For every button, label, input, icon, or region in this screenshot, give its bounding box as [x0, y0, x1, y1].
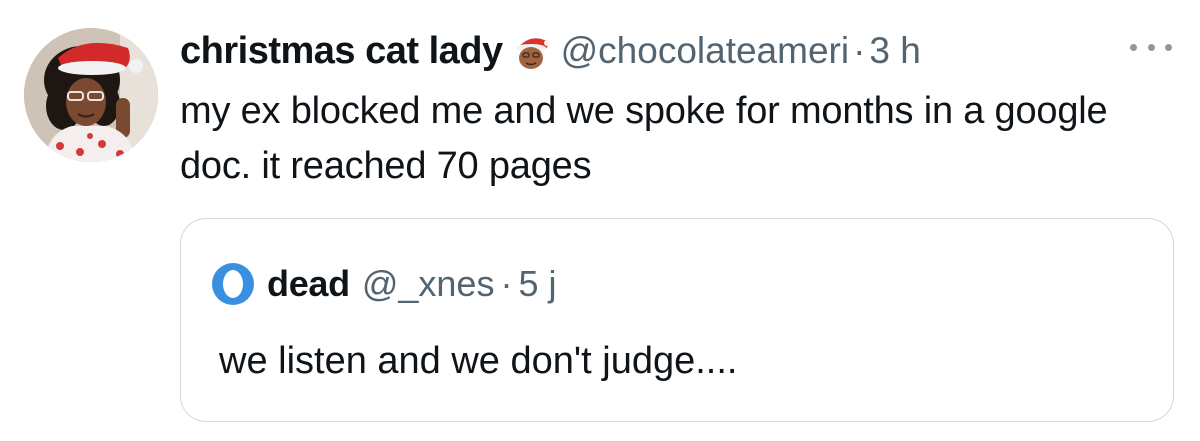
quoted-avatar	[211, 262, 255, 306]
dot-icon	[1147, 43, 1155, 51]
santa-face-emoji-icon	[511, 31, 551, 71]
separator-dot: ·	[853, 30, 866, 71]
more-options-icon[interactable]	[1124, 32, 1178, 62]
quoted-timestamp[interactable]: 5 j	[518, 263, 556, 305]
tweet-text: my ex blocked me and we spoke for months…	[180, 90, 1108, 187]
quoted-tweet-header: dead @_xnes · 5 j	[211, 263, 556, 305]
tweet-header: christmas cat lady @chocolateameri · 3 h	[180, 26, 1180, 76]
avatar-image	[24, 28, 158, 162]
avatar[interactable]	[24, 28, 158, 162]
user-handle[interactable]: @chocolateameri	[561, 30, 849, 72]
quoted-tweet-text: we listen and we don't judge....	[219, 340, 738, 382]
quoted-tweet[interactable]: dead @_xnes · 5 j we listen and we don't…	[180, 218, 1174, 422]
display-name[interactable]: christmas cat lady	[180, 30, 503, 73]
timestamp[interactable]: 3 h	[869, 30, 920, 72]
quoted-display-name[interactable]: dead	[267, 263, 350, 305]
separator-dot: ·	[500, 263, 513, 304]
quoted-user-handle[interactable]: @_xnes	[362, 263, 495, 305]
tweet: christmas cat lady @chocolateameri · 3 h…	[0, 0, 1200, 441]
dot-icon	[1165, 43, 1172, 51]
dot-icon	[1130, 43, 1137, 51]
